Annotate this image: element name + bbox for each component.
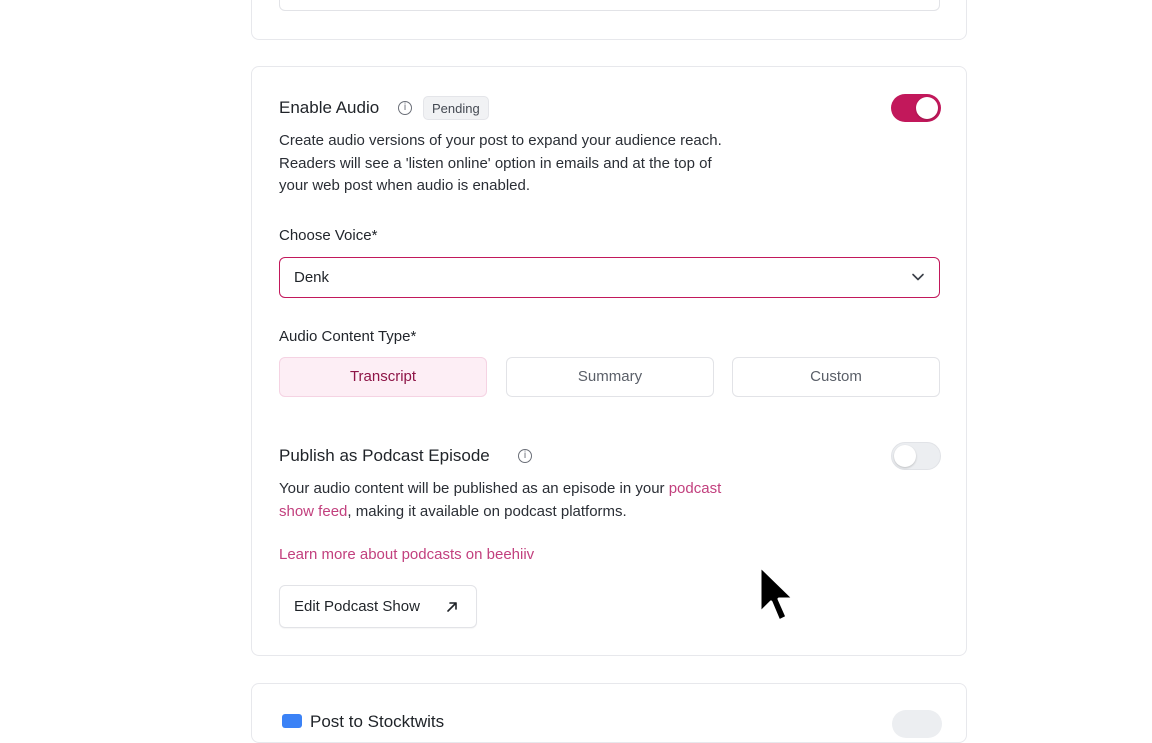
next-section-title: Post to Stocktwits [310,712,445,731]
chevron-down-icon [912,273,924,281]
mouse-cursor-icon [758,564,796,623]
toggle-knob [916,97,938,119]
next-section-card: Post to Stocktwits [251,683,967,743]
voice-select-value: Denk [294,269,330,286]
enable-audio-title: Enable Audio [279,98,380,117]
choose-voice-label: Choose Voice* [279,227,378,244]
description-line: Create audio versions of your post to ex… [279,132,722,149]
status-badge: Pending [423,96,489,120]
voice-select[interactable]: Denk [279,257,940,298]
external-arrow-icon [447,602,457,612]
edit-podcast-show-label: Edit Podcast Show [294,598,420,615]
content-type-transcript[interactable]: Transcript [279,357,487,397]
toggle-knob [894,445,916,467]
content-type-summary[interactable]: Summary [506,357,714,397]
audio-settings-card: Enable Audio i Pending Create audio vers… [251,66,967,656]
edit-podcast-show-button[interactable]: Edit Podcast Show [279,585,477,628]
next-section-toggle[interactable] [892,710,942,738]
audio-content-type-label: Audio Content Type* [279,328,417,345]
content-type-custom[interactable]: Custom [732,357,940,397]
learn-more-link[interactable]: Learn more about podcasts on beehiiv [279,546,534,563]
podcast-description: Your audio content will be published as … [279,478,779,523]
description-line: your web post when audio is enabled. [279,177,531,194]
podcast-title: Publish as Podcast Episode [279,446,490,465]
podcast-desc-text: , making it available on podcast platfor… [347,502,627,520]
info-icon[interactable]: i [398,101,412,115]
podcast-desc-text: Your audio content will be published as … [279,480,669,497]
podcast-toggle[interactable] [891,442,941,470]
podcast-link[interactable]: podcast [669,480,722,497]
info-icon[interactable]: i [518,449,532,463]
description-line: Readers will see a 'listen online' optio… [279,154,712,172]
enable-audio-toggle[interactable] [891,94,941,122]
previous-section-field[interactable] [279,0,940,11]
audio-description: Create audio versions of your post to ex… [279,130,799,198]
previous-section-card [251,0,967,40]
stocktwits-icon [282,714,302,728]
show-feed-link[interactable]: show feed [279,503,347,520]
